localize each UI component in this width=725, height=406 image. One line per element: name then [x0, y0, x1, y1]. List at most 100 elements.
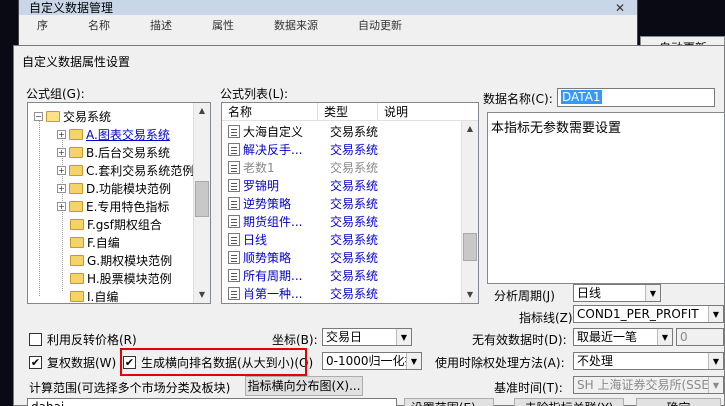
background-titlebar: 自定义数据管理 ✕	[19, 0, 637, 15]
chevron-down-icon[interactable]: ▼	[645, 285, 660, 301]
tree-node-label: F.自编	[87, 235, 120, 250]
period-select[interactable]: 日线 ▼	[573, 284, 661, 302]
list-item[interactable]: 肖第一种... 交易系统	[222, 284, 380, 302]
data-property-dialog: 自定义数据属性设置 公式组(G): − 交易系统 + A.图表交易系统 + B.…	[13, 45, 725, 406]
bg-col: 序	[37, 19, 48, 32]
folder-icon	[69, 146, 83, 158]
folder-icon	[70, 290, 84, 302]
list-scrollbar[interactable]: ▲ ▼	[461, 121, 478, 303]
bg-col: 描述	[150, 19, 172, 32]
base-time-select[interactable]: SH 上海证券交易所(SSE) ▼	[573, 376, 724, 394]
tree-node-custom-i[interactable]: I.自编	[70, 287, 119, 304]
dialog-title: 自定义数据属性设置	[22, 55, 131, 69]
checkbox-box[interactable]: ✔	[29, 356, 42, 369]
chevron-down-icon[interactable]: ▼	[708, 377, 723, 393]
list-item-type: 交易系统	[330, 232, 379, 247]
chevron-down-icon[interactable]: ▼	[406, 353, 421, 369]
list-item[interactable]: 日线 交易系统	[222, 230, 380, 248]
formula-list-label: 公式列表(L):	[220, 87, 289, 101]
list-item-name: 期货组件...	[243, 214, 303, 229]
scroll-thumb[interactable]	[463, 233, 477, 261]
expand-icon[interactable]: +	[57, 183, 66, 193]
invalid-data-select[interactable]: 取最近一笔 ▼	[573, 328, 673, 346]
scroll-down-icon[interactable]: ▼	[462, 287, 478, 303]
chevron-down-icon[interactable]: ▼	[708, 353, 723, 369]
coord-select[interactable]: 交易日 ▼	[322, 328, 412, 346]
list-item[interactable]: 所有周期... 交易系统	[222, 266, 380, 284]
tree-node-trading-system[interactable]: − 交易系统	[34, 107, 111, 125]
scroll-up-icon[interactable]: ▲	[462, 121, 478, 137]
tree-node-stock-module[interactable]: H.股票模块范例	[70, 269, 172, 287]
adjust-data-checkbox[interactable]: ✔ 复权数据(W)	[29, 354, 116, 371]
expand-icon[interactable]: +	[57, 165, 66, 175]
background-list-header: 序 名称 描述 属性 数据来源 自动更新	[37, 17, 537, 35]
list-item-type: 交易系统	[330, 142, 379, 157]
dialog-titlebar: 自定义数据属性设置	[14, 46, 724, 74]
tree-node-gsf-option[interactable]: F.gsf期权组合	[70, 215, 162, 233]
tree-node-label: I.自编	[87, 289, 119, 304]
list-item[interactable]: 大海自定义 交易系统	[222, 122, 380, 140]
formula-doc-icon	[228, 196, 240, 210]
exright-select[interactable]: 不处理 ▼	[573, 352, 724, 370]
tree-node-function-module[interactable]: + D.功能模块范例	[57, 179, 171, 197]
formula-group-label: 公式组(G):	[26, 87, 85, 101]
coord-label: 坐标(B):	[272, 333, 318, 347]
tree-node-arbitrage[interactable]: + C.套利交易系统范例	[57, 161, 194, 179]
indicator-line-select[interactable]: COND1_PER_PROFIT ▼	[573, 305, 724, 323]
chevron-down-icon[interactable]: ▼	[657, 329, 672, 345]
list-item[interactable]: 顺势策略 交易系统	[222, 248, 380, 266]
invalid-data-value: 取最近一笔	[577, 330, 638, 344]
chevron-down-icon[interactable]: ▼	[708, 306, 723, 322]
formula-doc-icon	[228, 160, 240, 174]
range-input[interactable]: dahai	[27, 398, 397, 406]
indicator-line-label: 指标线(Z):	[519, 311, 577, 325]
base-time-value: SH 上海证券交易所(SSE)	[577, 378, 714, 392]
tree-scrollbar[interactable]: ▲ ▼	[193, 103, 210, 303]
col-name[interactable]: 名称	[222, 103, 318, 120]
tree-node-custom-f[interactable]: F.自编	[70, 233, 120, 251]
tree-node-label: D.功能模块范例	[86, 181, 172, 196]
list-item[interactable]: 尖动化...交易系统	[222, 302, 380, 303]
tree-node-label: E.专用特色指标	[86, 199, 170, 214]
expand-icon[interactable]: +	[57, 147, 66, 157]
expand-icon[interactable]: +	[57, 201, 66, 211]
data-name-input[interactable]: DATA1	[557, 88, 715, 107]
list-item[interactable]: 逆势策略 交易系统	[222, 194, 380, 212]
expand-icon[interactable]: +	[57, 129, 66, 139]
tree-node-special-indicator[interactable]: + E.专用特色指标	[57, 197, 169, 215]
reverse-price-checkbox[interactable]: 利用反转价格(R)	[29, 331, 137, 348]
checkbox-box[interactable]	[29, 333, 42, 346]
list-item-name: 罗锦明	[243, 178, 280, 193]
ok-button[interactable]: 确定	[636, 398, 721, 406]
folder-icon	[69, 200, 83, 212]
list-item-name: 逆势策略	[243, 196, 292, 211]
formula-group-tree[interactable]: − 交易系统 + A.图表交易系统 + B.后台交易系统 + C.套利交易系统范…	[27, 102, 211, 304]
normalize-select[interactable]: 0-1000归一化排 ▼	[322, 352, 422, 370]
chevron-down-icon[interactable]: ▼	[396, 329, 411, 345]
tree-node-backend-trading[interactable]: + B.后台交易系统	[57, 143, 170, 161]
col-desc[interactable]: 说明	[378, 103, 463, 120]
col-type[interactable]: 类型	[318, 103, 378, 120]
remove-association-button[interactable]: 去除指标关联(Y)	[514, 398, 624, 406]
tree-node-chart-trading[interactable]: + A.图表交易系统	[57, 125, 170, 143]
list-item-type: 交易系统	[330, 268, 379, 283]
close-icon[interactable]: ✕	[615, 1, 625, 15]
formula-list[interactable]: 名称 类型 说明 大海自定义 交易系统 解决反手... 交易系统 老数1 交易系统 罗锦明交…	[221, 102, 479, 304]
description-box[interactable]: 本指标无参数需要设置	[487, 112, 725, 284]
distribution-chart-button[interactable]: 指标横向分布图(X)...	[245, 376, 363, 396]
list-item-type: 交易系统	[330, 196, 379, 211]
scroll-up-icon[interactable]: ▲	[194, 103, 210, 119]
invalid-data-extra-input[interactable]: 0	[676, 328, 724, 346]
set-range-button[interactable]: 设置范围(E)...	[404, 398, 494, 406]
list-item[interactable]: 罗锦明 交易系统	[222, 176, 380, 194]
folder-icon	[70, 272, 84, 284]
list-item[interactable]: 老数1 交易系统	[222, 158, 380, 176]
coord-value: 交易日	[326, 330, 363, 344]
collapse-icon[interactable]: −	[34, 111, 43, 121]
list-item[interactable]: 解决反手... 交易系统	[222, 140, 380, 158]
scroll-thumb[interactable]	[195, 181, 209, 217]
scroll-down-icon[interactable]: ▼	[194, 287, 210, 303]
data-name-value: DATA1	[561, 90, 602, 104]
tree-node-option-module[interactable]: G.期权模块范例	[70, 251, 172, 269]
list-item[interactable]: 期货组件... 交易系统	[222, 212, 380, 230]
